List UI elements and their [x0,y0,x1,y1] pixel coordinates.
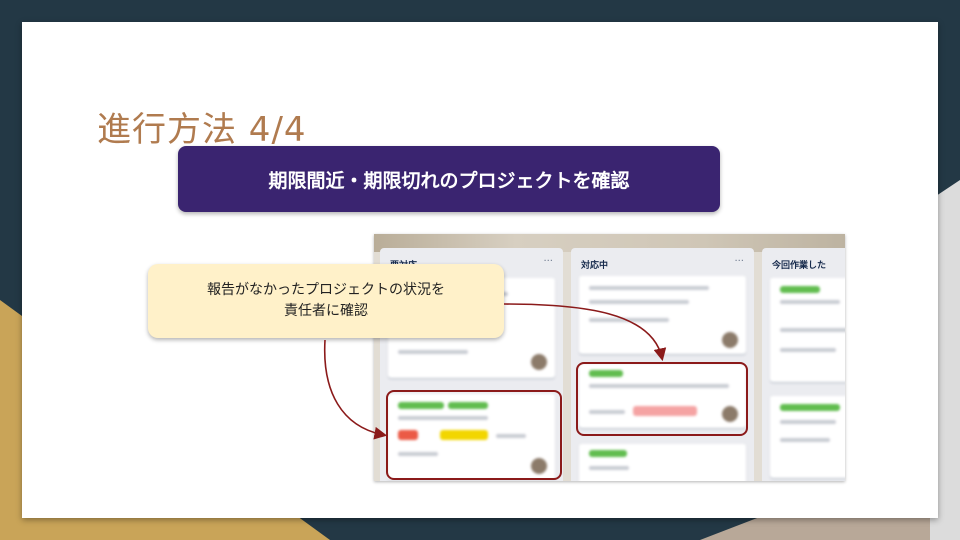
card[interactable] [579,444,746,481]
board-column: 今回作業した [762,248,845,481]
slide: 進行方法 4/4 期限間近・期限切れのプロジェクトを確認 要対応 ··· [22,22,938,518]
column-title: 今回作業した [772,261,827,271]
highlight-box-overdue [386,390,562,480]
note-line-1: 報告がなかったプロジェクトの状況を [207,282,445,298]
note-line-2: 責任者に確認 [284,303,368,319]
banner: 期限間近・期限切れのプロジェクトを確認 [178,146,720,212]
banner-text: 期限間近・期限切れのプロジェクトを確認 [268,169,630,192]
card[interactable] [579,276,746,354]
column-title: 対応中 [581,261,609,271]
column-menu-icon[interactable]: ··· [734,256,744,267]
callout-note: 報告がなかったプロジェクトの状況を 責任者に確認 [148,264,504,338]
card[interactable] [770,278,845,382]
card[interactable] [770,396,845,478]
slide-title: 進行方法 4/4 [97,110,307,150]
column-menu-icon[interactable]: ··· [543,256,553,267]
highlight-box-due-soon [576,362,748,436]
